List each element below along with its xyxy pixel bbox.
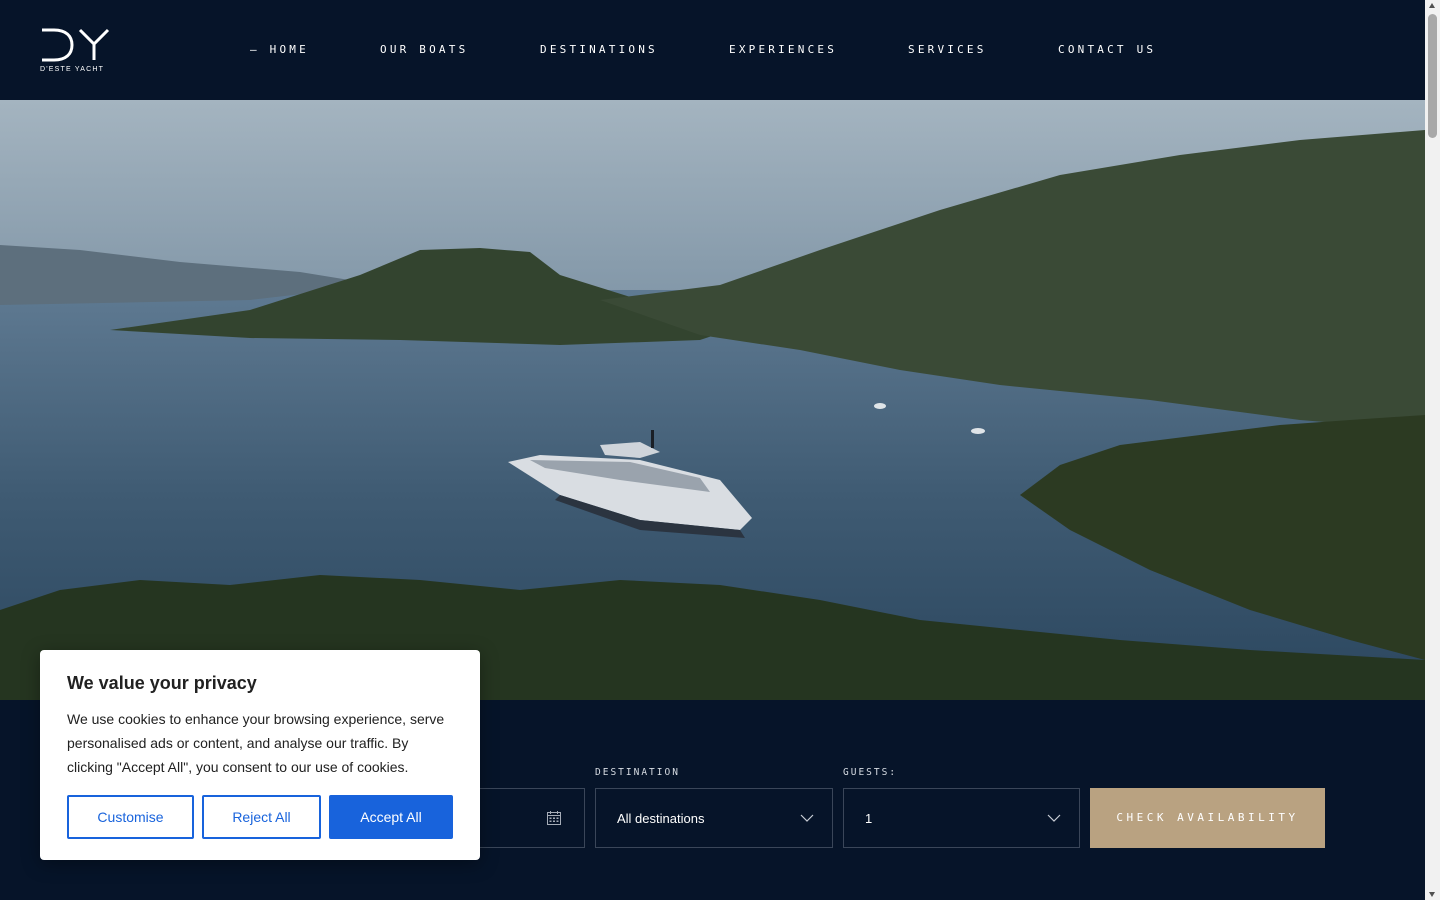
chevron-down-icon — [1047, 814, 1061, 822]
nav-contact-us[interactable]: CONTACT US — [1058, 43, 1156, 56]
check-availability-button[interactable]: CHECK AVAILABILITY — [1090, 788, 1325, 848]
guests-label: GUESTS: — [843, 767, 898, 778]
cookie-consent-dialog: We value your privacy We use cookies to … — [40, 650, 480, 860]
customise-button[interactable]: Customise — [67, 795, 194, 839]
nav-home[interactable]: — HOME — [250, 43, 309, 56]
guests-select[interactable]: 1 — [843, 788, 1080, 848]
scroll-up-arrow-icon[interactable] — [1429, 3, 1435, 8]
destination-value: All destinations — [617, 811, 705, 826]
cookie-description: We use cookies to enhance your browsing … — [67, 711, 445, 775]
reject-all-button[interactable]: Reject All — [202, 795, 321, 839]
cookie-title: We value your privacy — [67, 673, 257, 693]
calendar-icon — [547, 811, 561, 825]
destination-label: DESTINATION — [595, 767, 680, 778]
nav-our-boats[interactable]: OUR BOATS — [380, 43, 468, 56]
chevron-down-icon — [800, 814, 814, 822]
site-header: D'ESTE YACHT — HOME OUR BOATS DESTINATIO… — [0, 0, 1425, 100]
logo-text: D'ESTE YACHT — [40, 66, 105, 73]
scroll-thumb[interactable] — [1428, 14, 1437, 138]
destination-select[interactable]: All destinations — [595, 788, 833, 848]
accept-all-button[interactable]: Accept All — [329, 795, 453, 839]
hero-landscape — [0, 100, 1425, 700]
nav-destinations[interactable]: DESTINATIONS — [540, 43, 658, 56]
nav-experiences[interactable]: EXPERIENCES — [729, 43, 837, 56]
logo-mark-icon — [42, 28, 110, 62]
scroll-down-arrow-icon[interactable] — [1429, 892, 1435, 897]
logo[interactable]: D'ESTE YACHT — [40, 28, 120, 76]
nav-services[interactable]: SERVICES — [908, 43, 987, 56]
guests-value: 1 — [865, 811, 873, 826]
page-scrollbar[interactable] — [1425, 0, 1440, 900]
hero-image — [0, 100, 1425, 700]
